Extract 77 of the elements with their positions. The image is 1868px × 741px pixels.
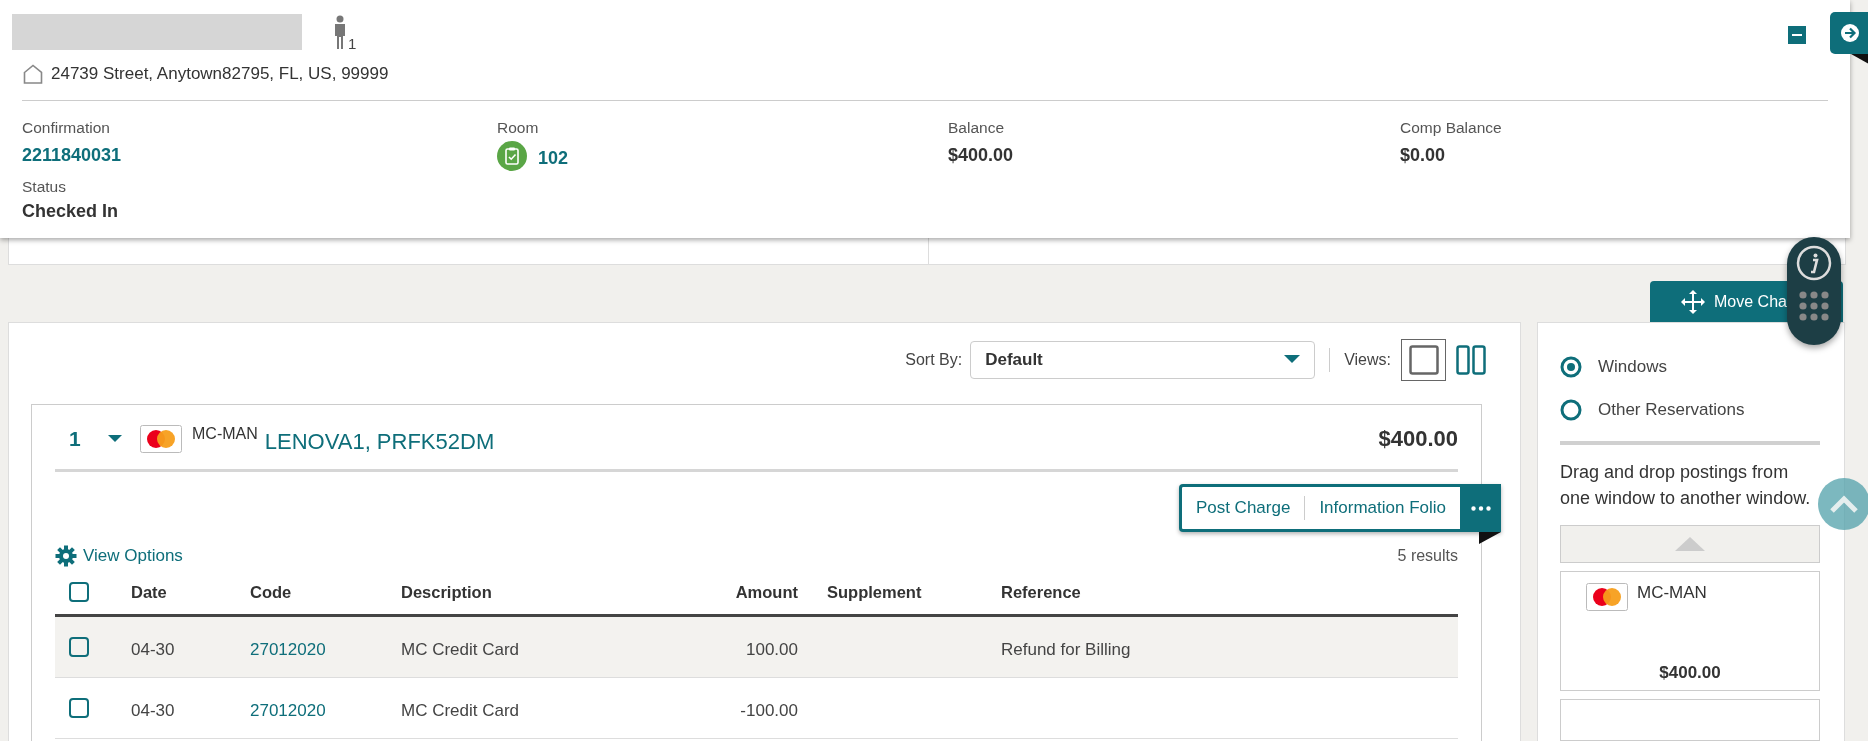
column-header: Reference [1001, 582, 1082, 602]
more-button[interactable] [1460, 484, 1501, 532]
table-cell: MC Credit Card [401, 639, 520, 659]
view-toggle[interactable] [1401, 338, 1446, 381]
table-cell: 100.00 [746, 639, 798, 659]
payment-method: MC-MAN [1637, 583, 1707, 603]
arrow-button[interactable] [1830, 12, 1868, 54]
window-total: $400.00 [1659, 663, 1721, 683]
credit-card-icon [1586, 583, 1628, 611]
payment-method: MC-MAN [192, 425, 258, 443]
apps-button[interactable] [1799, 291, 1829, 321]
column-header: Supplement [826, 582, 923, 602]
views-label: Views: [1344, 350, 1391, 369]
triangle-up-icon [1675, 537, 1705, 551]
field-label: Status [22, 178, 66, 196]
window-card[interactable]: MC-MAN $400.00 [1560, 571, 1820, 691]
code-link[interactable]: 27012020 [250, 700, 326, 720]
radio-option[interactable]: Windows [1560, 345, 1820, 388]
corner-triangle-icon [1851, 54, 1868, 64]
table-cell: Refund for Billing [1001, 639, 1131, 659]
results-count: 5 results [1397, 547, 1458, 565]
gear-icon [55, 545, 77, 567]
field-label: Comp Balance [1400, 119, 1502, 137]
folio-number: 1 [69, 426, 82, 451]
hint-text: Drag and drop postings from one window to another window. [1560, 461, 1812, 510]
column-header: Description [401, 582, 493, 602]
sort-label: Sort By: [905, 350, 963, 369]
confirmation-link[interactable]: 2211840031 [22, 145, 122, 166]
table-cell: -100.00 [740, 700, 798, 720]
address-text: 24739 Street, Anytown82795, FL, US, 99999 [51, 64, 389, 84]
folio-name: LENOVA1, PRFK52DM [264, 428, 495, 455]
info-icon [1796, 245, 1832, 281]
checkbox[interactable] [69, 698, 89, 718]
action-link[interactable]: Post Charge [1181, 498, 1305, 518]
column-header: Code [250, 582, 293, 602]
sort-dropdown[interactable]: Default [970, 340, 1316, 379]
field-label: Confirmation [22, 119, 110, 137]
chevron-up-icon [1829, 495, 1859, 513]
corner-triangle-icon [1479, 532, 1501, 544]
clipboard-check-icon [497, 141, 527, 171]
person-icon [333, 15, 347, 49]
dots-grid-icon [1799, 291, 1829, 321]
status-value: Checked In [22, 201, 119, 222]
radio-button[interactable] [1560, 398, 1582, 421]
checkbox[interactable] [69, 582, 89, 602]
table-row[interactable]: 04-30 27012020 MC Credit Card -100.00 [55, 678, 1458, 739]
split-pane-icon [1455, 344, 1486, 375]
checkbox[interactable] [69, 637, 89, 657]
field-value: $400.00 [948, 145, 1014, 166]
caret-icon [108, 434, 122, 443]
action-link[interactable]: Information Folio [1305, 498, 1460, 518]
table-cell: MC Credit Card [401, 700, 520, 720]
single-pane-icon [1408, 344, 1439, 375]
caret-icon [1284, 355, 1301, 364]
minus-icon [1792, 34, 1802, 36]
view-options-link[interactable]: View Options [55, 545, 183, 567]
collapse-button[interactable] [1788, 26, 1806, 44]
house-icon [23, 64, 43, 84]
info-button[interactable] [1796, 245, 1832, 281]
radio-button[interactable] [1560, 355, 1582, 378]
column-header: Date [131, 582, 168, 602]
field-label: Room [497, 119, 539, 137]
code-link[interactable]: 27012020 [250, 639, 326, 659]
column-header: Amount [734, 582, 798, 602]
move-icon [1680, 288, 1706, 315]
field-value: $0.00 [1400, 145, 1446, 166]
radio-option[interactable]: Other Reservations [1560, 388, 1820, 431]
arrow-right-icon [1840, 23, 1860, 43]
more-icon [1470, 505, 1491, 511]
table-row[interactable]: 04-30 27012020 MC Credit Card 100.00 Refund for Billing [55, 617, 1458, 678]
table-cell: 04-30 [131, 700, 175, 720]
table-cell: 04-30 [131, 639, 175, 659]
field-label: Balance [948, 119, 1004, 137]
room-number-link[interactable]: 102 [538, 147, 569, 169]
folio-total: $400.00 [1378, 425, 1458, 452]
credit-card-icon [140, 424, 182, 453]
guest-count: 1 [348, 35, 357, 52]
